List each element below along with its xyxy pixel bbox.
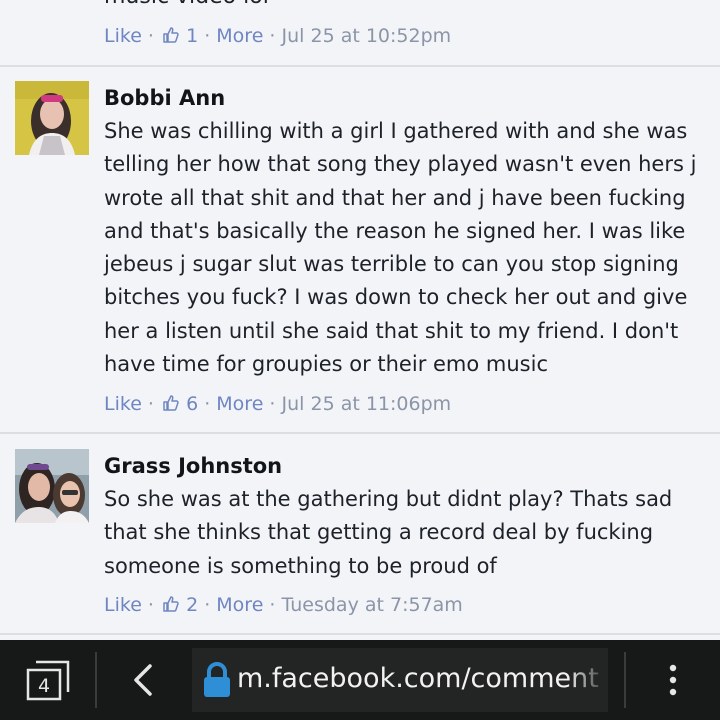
toolbar-separator [624, 652, 626, 708]
comments-feed[interactable]: music video lol Like · 1 · More · Jul 25… [0, 0, 720, 640]
comment-timestamp[interactable]: Jul 25 at 10:52pm [282, 25, 452, 47]
partial-comment: music video lol Like · 1 · More · Jul 25… [0, 0, 720, 66]
overflow-menu-icon [669, 664, 677, 696]
browser-toolbar: 4 m.facebook.com/comment [0, 640, 720, 720]
like-count[interactable]: 1 [160, 25, 198, 47]
comment-divider [0, 633, 720, 635]
comment-meta: Like · 1 · More · Jul 25 at 10:52pm [104, 25, 452, 47]
avatar-photo [15, 81, 89, 155]
like-count[interactable]: 6 [160, 393, 198, 415]
more-link[interactable]: More [216, 594, 263, 616]
comment-timestamp[interactable]: Jul 25 at 11:06pm [282, 393, 452, 415]
toolbar-separator [95, 652, 97, 708]
avatar[interactable] [15, 81, 89, 155]
comment-item: Grass Johnston So she was at the gatheri… [0, 434, 720, 634]
tab-count: 4 [38, 675, 50, 697]
back-arrow-icon [134, 664, 152, 696]
comment-text: She was chilling with a girl I gathered … [104, 119, 697, 377]
like-count-value: 2 [186, 594, 199, 616]
comment-author[interactable]: Grass Johnston [104, 453, 282, 479]
comment-text: So she was at the gathering but didnt pl… [104, 487, 673, 578]
url-fade [568, 648, 608, 712]
lock-icon [204, 662, 230, 697]
comment-item: Bobbi Ann She was chilling with a girl I… [0, 66, 720, 432]
partial-comment-text: music video lol [104, 0, 269, 8]
url-text: m.facebook.com/comment [237, 663, 599, 694]
like-count[interactable]: 2 [160, 594, 198, 616]
like-link[interactable]: Like [104, 594, 142, 616]
like-link[interactable]: Like [104, 25, 142, 47]
comment-timestamp[interactable]: Tuesday at 7:57am [282, 594, 463, 616]
comment-author[interactable]: Bobbi Ann [104, 85, 225, 111]
url-bar[interactable]: m.facebook.com/comment [192, 648, 608, 712]
comment-meta: Like · 6 · More · Jul 25 at 11:06pm [104, 393, 452, 415]
like-count-value: 1 [186, 25, 199, 47]
like-link[interactable]: Like [104, 393, 142, 415]
overflow-menu-button[interactable] [658, 658, 688, 702]
thumbs-up-icon [163, 596, 179, 612]
more-link[interactable]: More [216, 393, 263, 415]
back-button[interactable] [126, 660, 162, 700]
avatar[interactable] [15, 449, 89, 523]
screen: music video lol Like · 1 · More · Jul 25… [0, 0, 720, 720]
tabs-icon: 4 [26, 660, 70, 701]
like-count-value: 6 [186, 393, 199, 415]
avatar-photo [15, 449, 89, 523]
more-link[interactable]: More [216, 25, 263, 47]
thumbs-up-icon [163, 395, 179, 411]
comment-meta: Like · 2 · More · Tuesday at 7:57am [104, 594, 463, 616]
thumbs-up-icon [163, 27, 179, 43]
tabs-button[interactable]: 4 [24, 658, 72, 702]
